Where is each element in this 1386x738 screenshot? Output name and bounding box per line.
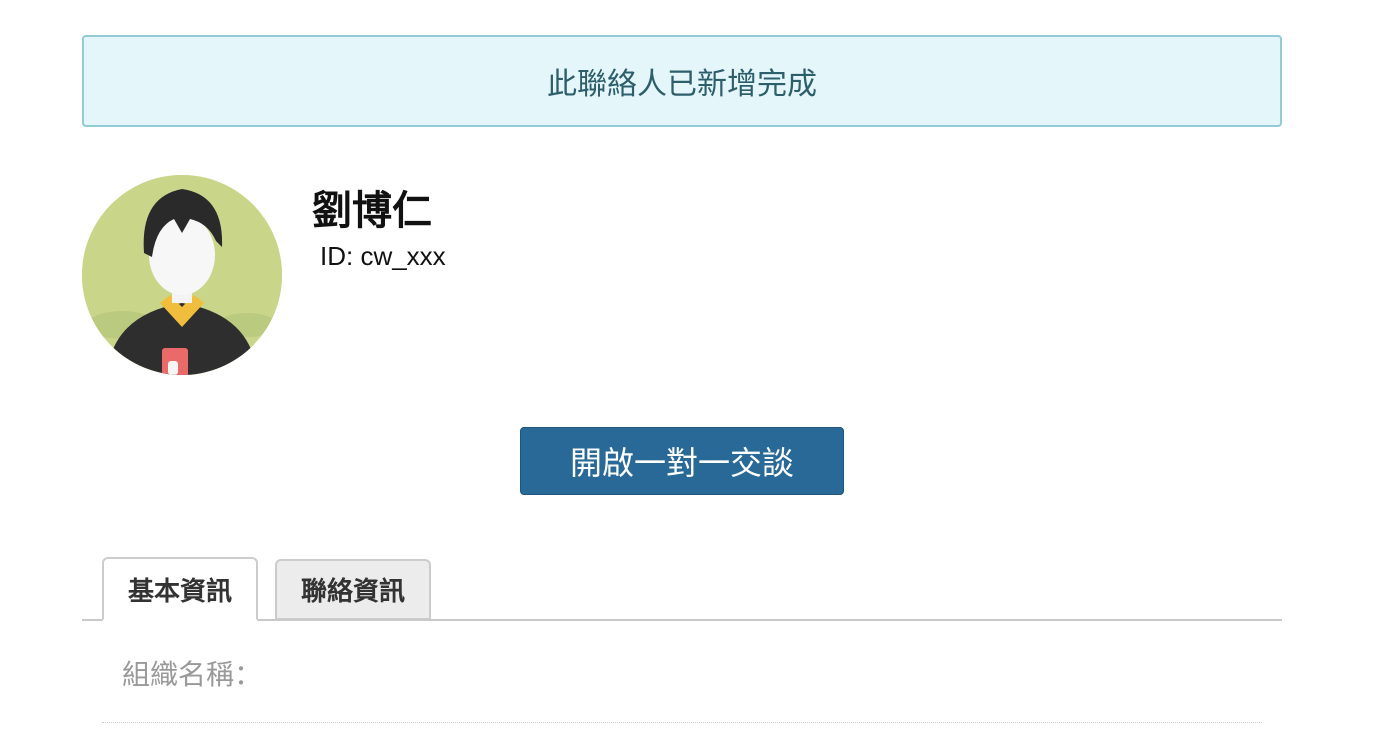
- organization-field-row: 組織名稱：: [102, 645, 1262, 723]
- contact-added-page: 此聯絡人已新增完成 劉博仁 ID: cw_xxx 開啟一對一交談 基本資訊 聯絡…: [0, 0, 1386, 738]
- success-alert: 此聯絡人已新增完成: [82, 35, 1282, 127]
- tabs-divider: [82, 619, 1282, 621]
- contact-name: 劉博仁: [312, 188, 432, 234]
- open-one-on-one-chat-button[interactable]: 開啟一對一交談: [520, 427, 844, 495]
- contact-id: ID: cw_xxx: [320, 241, 446, 271]
- person-avatar-icon: [82, 175, 282, 375]
- success-alert-message: 此聯絡人已新增完成: [547, 67, 817, 102]
- tab-basic-info[interactable]: 基本資訊: [102, 557, 258, 621]
- tab-contact-info[interactable]: 聯絡資訊: [275, 559, 431, 620]
- contact-avatar: [82, 175, 282, 375]
- organization-label: 組織名稱：: [122, 658, 263, 691]
